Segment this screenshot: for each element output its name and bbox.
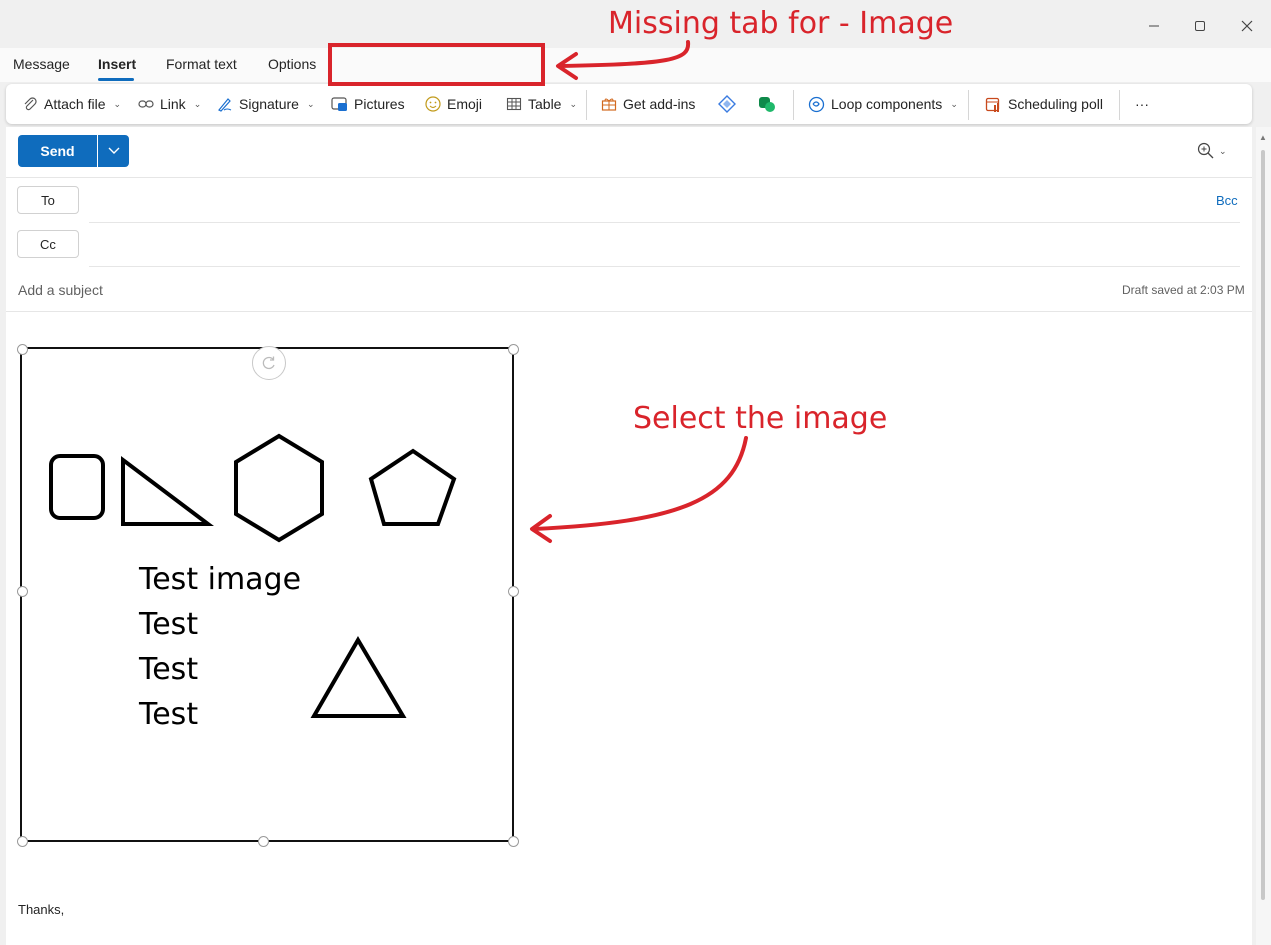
triangle-shape	[310, 636, 407, 718]
send-options-button[interactable]	[98, 135, 129, 167]
pentagon-shape	[368, 448, 457, 526]
divider	[6, 311, 1252, 312]
table-button[interactable]: Table ⌄	[506, 94, 577, 114]
pictures-label: Pictures	[354, 96, 405, 112]
rotate-handle[interactable]	[252, 346, 286, 380]
rounded-square-shape	[49, 454, 105, 520]
signature-label: Signature	[239, 96, 299, 112]
loop-icon	[808, 96, 825, 112]
scheduling-poll-label: Scheduling poll	[1008, 96, 1103, 112]
more-options-button[interactable]: ···	[1135, 94, 1149, 114]
green-app-icon	[759, 97, 775, 112]
ribbon-divider	[586, 90, 587, 120]
close-icon	[1241, 20, 1253, 32]
get-add-ins-button[interactable]: Get add-ins	[601, 94, 695, 114]
scheduling-poll-icon	[985, 97, 1000, 112]
zoom-in-icon	[1197, 142, 1214, 159]
table-label: Table	[528, 96, 562, 112]
tab-format-text[interactable]: Format text	[166, 56, 237, 72]
loop-components-button[interactable]: Loop components ⌄	[808, 94, 958, 114]
loop-components-label: Loop components	[831, 96, 943, 112]
chevron-down-icon	[108, 147, 119, 154]
tab-message[interactable]: Message	[13, 56, 70, 72]
emoji-icon	[425, 96, 441, 112]
image-text-line: Test	[139, 652, 199, 687]
image-text-line: Test image	[139, 562, 302, 597]
close-button[interactable]	[1233, 12, 1261, 40]
missing-tab-annotation: Missing tab for - Image	[608, 6, 954, 41]
cc-field[interactable]	[90, 230, 1230, 258]
chevron-down-icon: ⌄	[1219, 145, 1227, 156]
hexagon-shape	[234, 433, 324, 543]
chevron-down-icon: ⌄	[113, 98, 122, 109]
image-text-line: Test	[139, 607, 199, 642]
missing-tab-highlight	[328, 43, 545, 86]
table-icon	[506, 97, 522, 111]
scroll-up-icon[interactable]: ▲	[1259, 133, 1267, 142]
pictures-button[interactable]: Pictures	[331, 94, 405, 114]
resize-handle[interactable]	[508, 344, 519, 355]
resize-handle[interactable]	[17, 586, 28, 597]
bcc-link[interactable]: Bcc	[1216, 193, 1238, 208]
subject-input[interactable]: Add a subject	[18, 282, 103, 298]
more-icon: ···	[1135, 96, 1149, 112]
tab-insert[interactable]: Insert	[98, 56, 136, 72]
chevron-down-icon: ⌄	[306, 98, 315, 109]
zoom-button[interactable]: ⌄	[1197, 142, 1227, 160]
to-field[interactable]	[90, 186, 1200, 214]
link-button[interactable]: Link ⌄	[138, 94, 201, 114]
chevron-down-icon: ⌄	[193, 98, 202, 109]
resize-handle[interactable]	[508, 586, 519, 597]
divider	[6, 177, 1252, 178]
image-text-line: Test	[139, 697, 199, 732]
diamond-app-icon	[718, 95, 736, 113]
emoji-button[interactable]: Emoji	[425, 94, 482, 114]
link-label: Link	[160, 96, 186, 112]
get-add-ins-label: Get add-ins	[623, 96, 696, 112]
body-closing: Thanks,	[18, 902, 65, 917]
scrollbar-thumb[interactable]	[1261, 150, 1265, 900]
chevron-down-icon: ⌄	[569, 98, 578, 109]
inserted-image[interactable]: Test image Test Test Test	[20, 347, 514, 842]
ribbon-divider	[793, 90, 794, 120]
add-in-diamond-button[interactable]	[718, 94, 736, 114]
annotation-arrow	[556, 40, 691, 80]
signature-button[interactable]: Signature ⌄	[217, 94, 314, 114]
divider	[89, 222, 1240, 223]
ribbon-divider	[1119, 90, 1120, 120]
divider	[89, 266, 1240, 267]
picture-icon	[331, 97, 347, 111]
right-triangle-shape	[121, 455, 214, 526]
paperclip-icon	[24, 97, 37, 111]
tab-options[interactable]: Options	[268, 56, 316, 72]
minimize-button[interactable]	[1140, 12, 1168, 40]
annotation-arrow	[530, 436, 748, 543]
draft-status: Draft saved at 2:03 PM	[1122, 283, 1245, 297]
resize-handle[interactable]	[508, 836, 519, 847]
send-button[interactable]: Send	[18, 135, 97, 167]
ribbon-divider	[968, 90, 969, 120]
minimize-icon	[1149, 25, 1159, 27]
link-icon	[138, 100, 154, 108]
maximize-icon	[1195, 21, 1205, 31]
add-in-green-button[interactable]	[758, 94, 776, 114]
add-ins-icon	[601, 98, 617, 111]
resize-handle[interactable]	[17, 836, 28, 847]
to-button[interactable]: To	[17, 186, 79, 214]
emoji-label: Emoji	[447, 96, 483, 112]
maximize-button[interactable]	[1186, 12, 1214, 40]
scheduling-poll-button[interactable]: Scheduling poll	[985, 94, 1103, 114]
signature-pen-icon	[218, 98, 232, 112]
resize-handle[interactable]	[258, 836, 269, 847]
rotate-icon	[262, 356, 275, 370]
cc-button[interactable]: Cc	[17, 230, 79, 258]
chevron-down-icon: ⌄	[950, 98, 958, 109]
active-tab-indicator	[98, 78, 134, 81]
attach-file-button[interactable]: Attach file ⌄	[22, 94, 121, 114]
resize-handle[interactable]	[17, 344, 28, 355]
attach-file-label: Attach file	[44, 96, 106, 112]
